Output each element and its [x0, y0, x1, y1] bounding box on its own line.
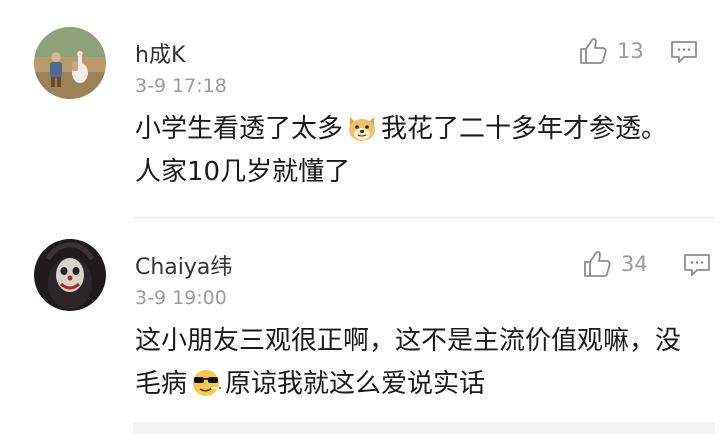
reply-button[interactable]: [683, 253, 711, 277]
comment-text-part: 小学生看透了太多: [135, 114, 344, 144]
thumbs-up-icon: [584, 251, 611, 277]
avatar-photo-kids-with-goose: [34, 27, 106, 99]
like-button[interactable]: 34: [582, 249, 648, 279]
comment-item: h成K 3-9 17:18 13 小学生看透了太多 我花了二十多年才参透。 人家1…: [0, 0, 727, 218]
comment-text-part: 原谅我就这么爱说实话: [225, 369, 486, 399]
comment-text: 小学生看透了太多 我花了二十多年才参透。 人家10几岁就懂了: [135, 108, 695, 194]
avatar[interactable]: [34, 27, 106, 99]
like-count: 34: [621, 252, 648, 276]
like-count: 13: [617, 39, 644, 63]
thumbs-up-icon: [580, 38, 607, 64]
comment-time: 3-9 19:00: [135, 287, 227, 309]
username[interactable]: h成K: [135, 37, 185, 69]
avatar[interactable]: [34, 239, 106, 311]
doge-emoji-icon: [345, 113, 379, 143]
reply-comment-icon: [684, 254, 710, 276]
cool-sunglasses-emoji-icon: [189, 368, 223, 398]
comment-time: 3-9 17:18: [135, 75, 227, 97]
comment-divider: [133, 422, 715, 434]
reply-button[interactable]: [670, 40, 698, 64]
username[interactable]: Chaiya纬: [135, 249, 232, 281]
reply-comment-icon: [671, 41, 697, 63]
comment-item: Chaiya纬 3-9 19:00 34 这小朋友三观很正啊，这不是主流价值观嘛…: [0, 218, 727, 434]
like-button[interactable]: 13: [578, 36, 644, 66]
comment-text: 这小朋友三观很正啊，这不是主流价值观嘛，没毛病 原谅我就这么爱说实话: [135, 320, 695, 406]
avatar-photo-clown: [34, 239, 106, 311]
